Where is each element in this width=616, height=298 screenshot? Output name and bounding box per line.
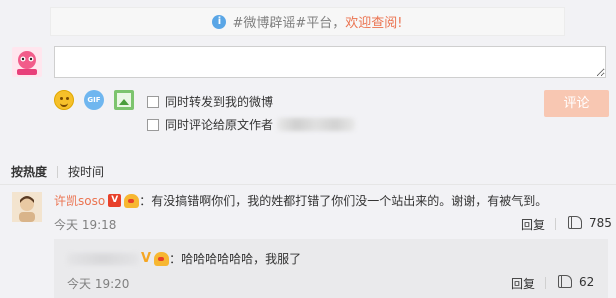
rumor-notice-banner: i #微博辟谣#平台， 欢迎查阅! xyxy=(50,7,565,36)
info-icon: i xyxy=(212,14,227,29)
emoji-icon[interactable] xyxy=(54,90,74,110)
forward-checkbox[interactable] xyxy=(147,95,159,108)
forward-label: 同时转发到我的微博 xyxy=(165,95,274,109)
image-icon[interactable] xyxy=(114,90,134,110)
comment-original-option[interactable]: 同时评论给原文作者 xyxy=(147,116,356,133)
tab-sort-time[interactable]: 按时间 xyxy=(68,163,104,180)
action-divider xyxy=(545,277,546,289)
sub-reply-content: V ：哈哈哈哈哈哈，我服了 xyxy=(67,250,301,267)
tab-divider xyxy=(57,165,59,178)
sub-reply-button[interactable]: 回复 xyxy=(511,275,535,292)
comment-content: 许凯soso V ：有没搞错啊你们，我的姓都打错了你们没一个站出来的。谢谢，有被… xyxy=(54,192,547,209)
comment-time: 今天 19:18 xyxy=(54,218,117,232)
comment-original-checkbox[interactable] xyxy=(147,118,159,131)
member-crown-icon[interactable] xyxy=(154,251,170,266)
like-count: 785 xyxy=(589,216,612,230)
blurred-author-name xyxy=(277,118,356,131)
comment-input[interactable] xyxy=(54,46,606,78)
commenter-avatar[interactable] xyxy=(12,192,42,222)
verified-badge-icon[interactable]: V xyxy=(108,194,122,207)
reply-button[interactable]: 回复 xyxy=(521,216,545,233)
verified-v-icon[interactable]: V xyxy=(141,251,151,266)
sub-reply-like-count: 62 xyxy=(579,275,595,289)
notice-link[interactable]: 欢迎查阅! xyxy=(345,12,402,31)
comment-username[interactable]: 许凯soso xyxy=(54,192,105,209)
notice-text: #微博辟谣#平台， xyxy=(232,16,346,31)
section-divider xyxy=(0,184,616,185)
my-avatar[interactable] xyxy=(12,47,42,77)
sub-reply-time: 今天 19:20 xyxy=(67,277,130,291)
action-divider xyxy=(555,218,556,230)
tab-sort-hot[interactable]: 按热度 xyxy=(11,163,47,180)
comment-text: ：有没搞错啊你们，我的姓都打错了你们没一个站出来的。谢谢，有被气到。 xyxy=(139,194,548,208)
comment-original-label: 同时评论给原文作者 xyxy=(165,118,274,132)
like-icon[interactable] xyxy=(558,275,572,288)
sort-tabs: 按热度 按时间 xyxy=(11,163,104,180)
blurred-reply-username xyxy=(67,252,139,265)
gif-icon[interactable]: GIF xyxy=(84,90,104,110)
submit-comment-button[interactable]: 评论 xyxy=(544,90,609,117)
sub-reply-text: ：哈哈哈哈哈哈，我服了 xyxy=(169,252,302,266)
forward-option[interactable]: 同时转发到我的微博 xyxy=(147,93,273,110)
like-icon[interactable] xyxy=(568,216,582,229)
member-crown-icon[interactable] xyxy=(124,193,140,208)
